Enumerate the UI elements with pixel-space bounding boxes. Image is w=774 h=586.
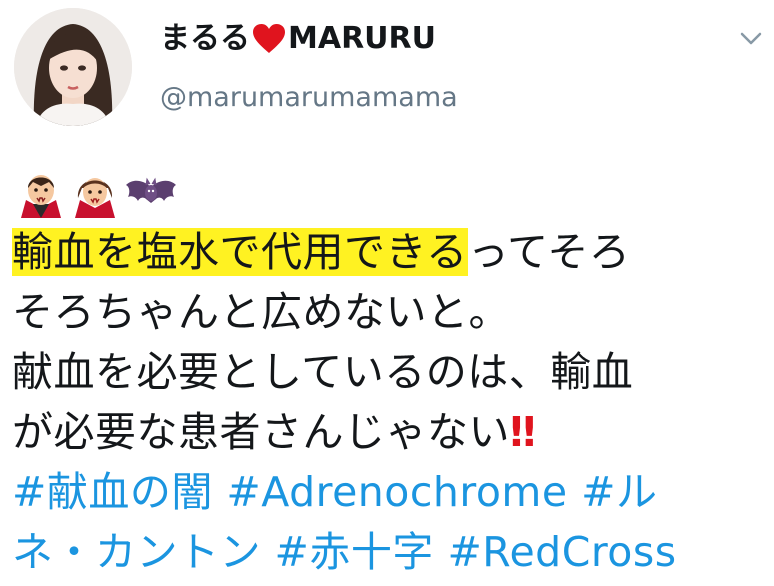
tweet-line: が必要な患者さんじゃない‼: [12, 402, 768, 462]
chevron-down-icon[interactable]: [738, 28, 764, 50]
hashtag-link[interactable]: #赤十字: [275, 528, 434, 576]
profile-avatar-icon: [14, 8, 132, 126]
woman-vampire-icon: [75, 178, 115, 218]
hashtag-link[interactable]: #ル: [581, 468, 657, 516]
tweet-text: 輸血を塩水で代用できるってそろ そろちゃんと広めないと。 献血を必要としているの…: [12, 222, 768, 582]
display-name-left: まるる: [160, 21, 250, 56]
double-exclamation-icon: ‼: [510, 408, 537, 456]
tweet-line: ネ・カントン #赤十字 #RedCross: [12, 522, 768, 582]
profile-avatar[interactable]: [14, 8, 132, 126]
man-vampire-icon: [21, 175, 61, 218]
tweet-line: #献血の闇 #Adrenochrome #ル: [12, 462, 768, 522]
user-handle[interactable]: @marumarumamama: [160, 78, 458, 118]
tweet-line: そろちゃんと広めないと。: [12, 288, 510, 336]
hashtag-link[interactable]: #Adrenochrome: [226, 468, 567, 516]
red-heart-icon: [253, 24, 285, 53]
tweet-text-segment: ってそろ: [467, 228, 631, 276]
tweet-line: 献血を必要としているのは、輸血: [12, 348, 634, 396]
hashtag-link[interactable]: #献血の闇: [12, 468, 213, 516]
emoji-row: [16, 168, 178, 218]
hashtag-link[interactable]: #RedCross: [447, 528, 676, 576]
bat-icon: [126, 177, 176, 203]
hashtag-link[interactable]: ネ・カントン: [12, 528, 261, 576]
display-name[interactable]: まるる MARURU: [160, 18, 436, 60]
tweet-text-segment: が必要な患者さんじゃない: [12, 408, 510, 456]
highlighted-text: 輸血を塩水で代用できる: [12, 228, 468, 276]
display-name-right: MARURU: [288, 21, 436, 56]
tweet-line: 輸血を塩水で代用できるってそろ: [12, 222, 768, 282]
